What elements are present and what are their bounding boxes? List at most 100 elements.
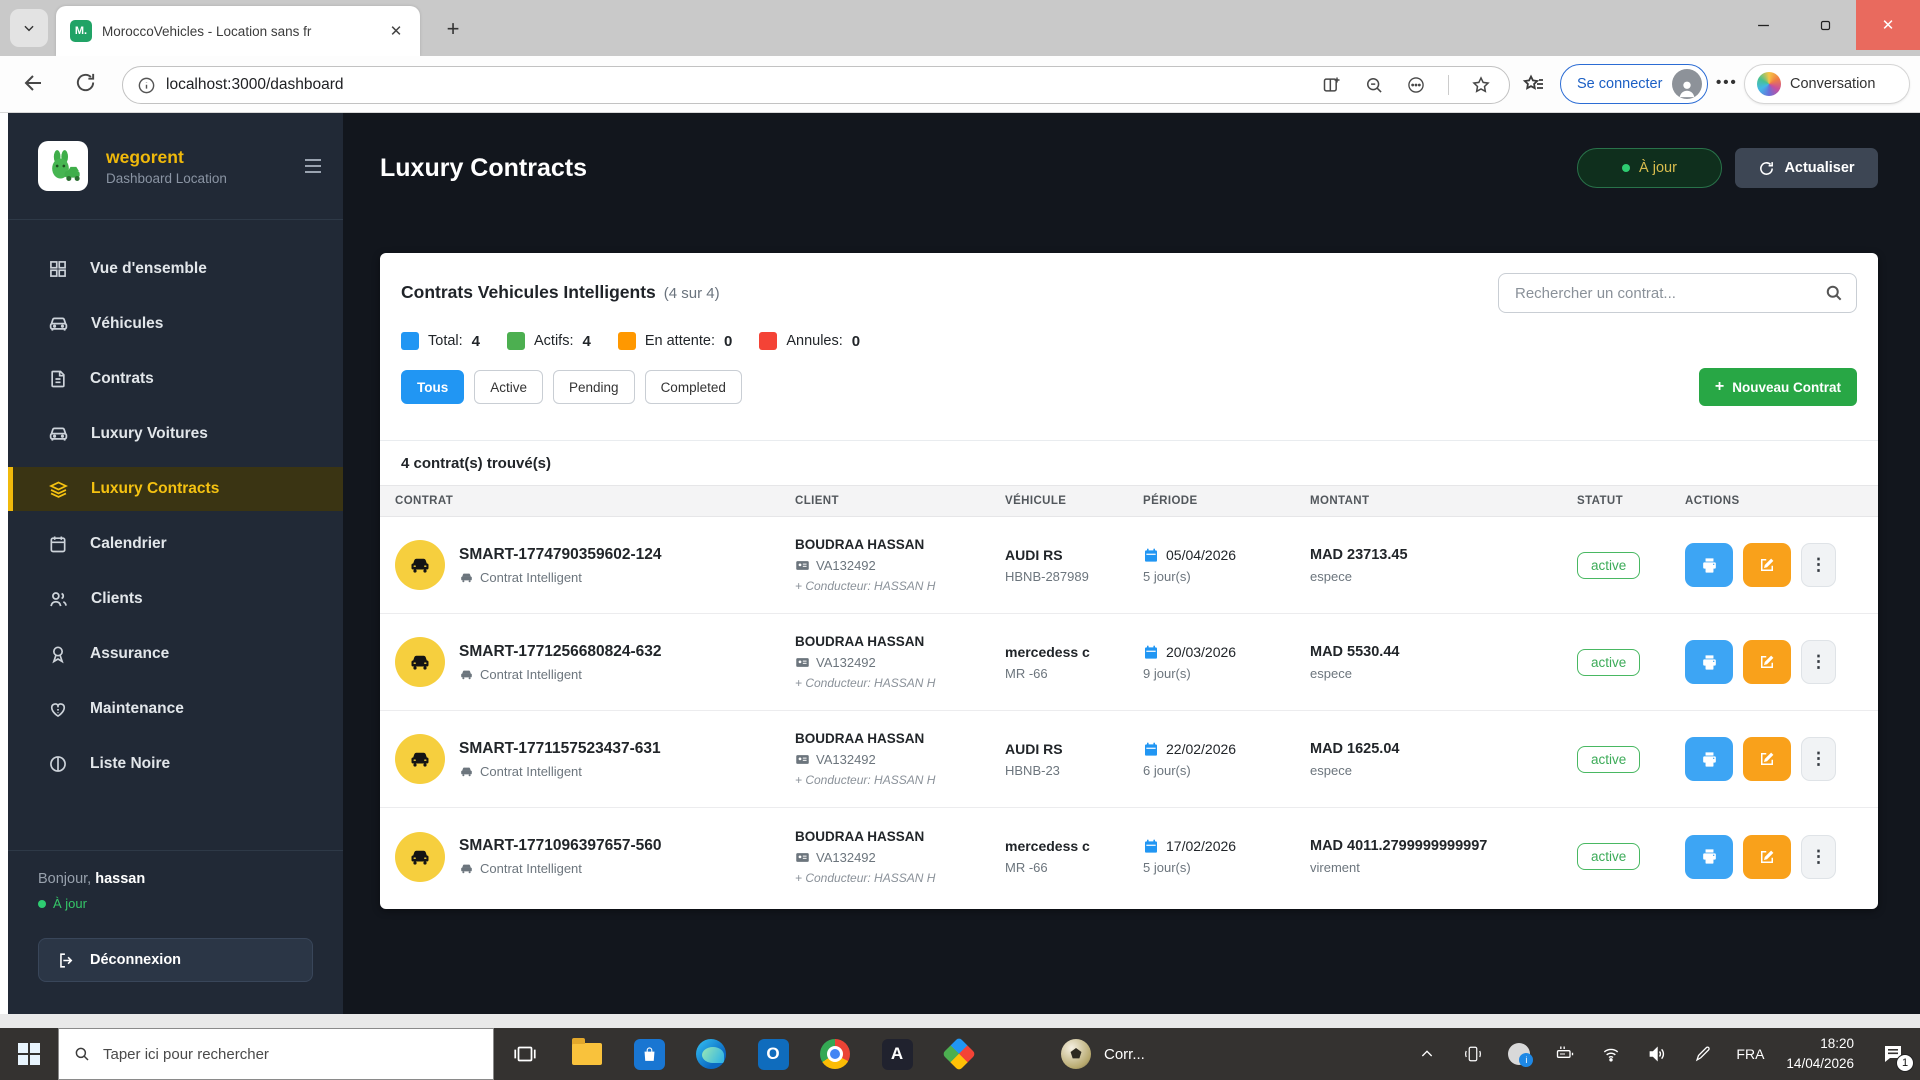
edit-button[interactable] bbox=[1743, 835, 1791, 879]
client-id: VA132492 bbox=[816, 655, 876, 670]
start-button[interactable] bbox=[0, 1028, 58, 1080]
sidebar-item-contrats[interactable]: Contrats bbox=[8, 357, 343, 401]
signin-button[interactable]: Se connecter bbox=[1560, 64, 1708, 104]
chrome-icon[interactable] bbox=[804, 1028, 866, 1080]
filter-active-button[interactable]: Active bbox=[474, 370, 543, 404]
football-app-icon[interactable]: ⬟ bbox=[1050, 1028, 1102, 1080]
address-bar[interactable]: localhost:3000/dashboard bbox=[122, 66, 1510, 104]
zoom-out-icon[interactable] bbox=[1364, 75, 1384, 95]
url-text[interactable]: localhost:3000/dashboard bbox=[166, 76, 1322, 94]
filter-completed-button[interactable]: Completed bbox=[645, 370, 742, 404]
payment-method: espece bbox=[1310, 763, 1577, 778]
file-explorer-icon[interactable] bbox=[556, 1028, 618, 1080]
tray-pen-icon[interactable] bbox=[1680, 1028, 1726, 1080]
clock-date: 14/04/2026 bbox=[1786, 1054, 1854, 1074]
more-actions-button[interactable]: ⋮ bbox=[1801, 737, 1836, 781]
edge-icon[interactable] bbox=[680, 1028, 742, 1080]
logout-button[interactable]: Déconnexion bbox=[38, 938, 313, 982]
amount: MAD 1625.04 bbox=[1310, 741, 1577, 757]
site-info-icon[interactable] bbox=[137, 76, 156, 95]
search-input[interactable] bbox=[1515, 285, 1824, 302]
print-button[interactable] bbox=[1685, 543, 1733, 587]
contract-id: SMART-1774790359602-124 bbox=[459, 546, 662, 564]
running-app-label[interactable]: Corr... bbox=[1104, 1046, 1145, 1063]
sidebar-item-vehicules[interactable]: Véhicules bbox=[8, 302, 343, 346]
sidebar-item-label: Luxury Voitures bbox=[91, 425, 208, 443]
table-row: SMART-1771256680824-632 Contrat Intellig… bbox=[380, 614, 1878, 711]
window-maximize-button[interactable] bbox=[1794, 0, 1856, 50]
print-button[interactable] bbox=[1685, 640, 1733, 684]
tray-update-icon[interactable]: i bbox=[1496, 1028, 1542, 1080]
edit-button[interactable] bbox=[1743, 737, 1791, 781]
window-close-button[interactable]: ✕ bbox=[1856, 0, 1920, 50]
more-tools-icon[interactable] bbox=[1406, 75, 1426, 95]
sidebar-item-liste-noire[interactable]: Liste Noire bbox=[8, 742, 343, 786]
tab-list-chevron-icon[interactable] bbox=[10, 9, 48, 47]
actifs-color-swatch bbox=[507, 332, 525, 350]
sidebar-toggle-icon[interactable] bbox=[301, 154, 325, 178]
more-actions-button[interactable]: ⋮ bbox=[1801, 640, 1836, 684]
print-button[interactable] bbox=[1685, 737, 1733, 781]
notification-center-button[interactable]: 1 bbox=[1866, 1028, 1920, 1080]
col-contrat: CONTRAT bbox=[395, 495, 795, 507]
tray-power-icon[interactable] bbox=[1542, 1028, 1588, 1080]
taskbar-search[interactable]: Taper ici pour rechercher bbox=[58, 1028, 494, 1080]
luxury-car-icon bbox=[48, 424, 69, 445]
tray-volume-icon[interactable] bbox=[1634, 1028, 1680, 1080]
tray-wifi-icon[interactable] bbox=[1588, 1028, 1634, 1080]
refresh-button[interactable]: Actualiser bbox=[1735, 148, 1878, 188]
search-icon[interactable] bbox=[1824, 283, 1844, 303]
page-viewport: wegorent Dashboard Location Vue d'ensemb… bbox=[0, 113, 1920, 1014]
uptodate-status-pill: À jour bbox=[1577, 148, 1722, 188]
edit-button[interactable] bbox=[1743, 543, 1791, 587]
split-screen-icon[interactable] bbox=[1322, 75, 1342, 95]
sidebar-item-vue-densemble[interactable]: Vue d'ensemble bbox=[8, 247, 343, 291]
a-app-icon[interactable]: A bbox=[866, 1028, 928, 1080]
new-tab-button[interactable]: + bbox=[438, 14, 468, 44]
col-montant: MONTANT bbox=[1310, 495, 1577, 507]
plus-icon: + bbox=[1715, 378, 1724, 396]
layers-icon bbox=[48, 479, 69, 500]
microsoft-store-icon[interactable] bbox=[618, 1028, 680, 1080]
tab-close-icon[interactable]: ✕ bbox=[384, 19, 408, 43]
contract-search[interactable] bbox=[1498, 273, 1857, 313]
drawio-icon[interactable] bbox=[928, 1028, 990, 1080]
car-icon bbox=[48, 314, 69, 335]
client-name: BOUDRAA HASSAN bbox=[795, 829, 1005, 844]
sidebar-item-assurance[interactable]: Assurance bbox=[8, 632, 343, 676]
sidebar-item-label: Luxury Contracts bbox=[91, 480, 219, 498]
contract-type: Contrat Intelligent bbox=[480, 861, 582, 876]
filter-pending-button[interactable]: Pending bbox=[553, 370, 635, 404]
edit-button[interactable] bbox=[1743, 640, 1791, 684]
more-actions-button[interactable]: ⋮ bbox=[1801, 835, 1836, 879]
back-icon[interactable] bbox=[22, 71, 46, 95]
driver-note: + Conducteur: HASSAN H bbox=[795, 773, 1005, 787]
browser-tab[interactable]: M. MoroccoVehicles - Location sans fr ✕ bbox=[56, 6, 420, 56]
language-indicator[interactable]: FRA bbox=[1726, 1046, 1774, 1062]
favorites-bar-icon[interactable] bbox=[1522, 72, 1546, 96]
browser-menu-icon[interactable]: ••• bbox=[1716, 74, 1738, 91]
tray-device-icon[interactable] bbox=[1450, 1028, 1496, 1080]
sidebar-item-calendrier[interactable]: Calendrier bbox=[8, 522, 343, 566]
outlook-icon[interactable]: O bbox=[742, 1028, 804, 1080]
table-header: CONTRAT CLIENT VÉHICULE PÉRIODE MONTANT … bbox=[380, 485, 1878, 517]
window-minimize-button[interactable] bbox=[1732, 0, 1794, 50]
taskbar-clock[interactable]: 18:20 14/04/2026 bbox=[1774, 1034, 1866, 1075]
new-contract-button[interactable]: + Nouveau Contrat bbox=[1699, 368, 1857, 406]
sidebar-item-maintenance[interactable]: Maintenance bbox=[8, 687, 343, 731]
tray-chevron-up-icon[interactable] bbox=[1404, 1028, 1450, 1080]
filter-tous-button[interactable]: Tous bbox=[401, 370, 464, 404]
conversation-button[interactable]: Conversation bbox=[1744, 64, 1910, 104]
sidebar-item-luxury-contracts[interactable]: Luxury Contracts bbox=[8, 467, 343, 511]
task-view-icon[interactable] bbox=[494, 1028, 556, 1080]
period-duration: 5 jour(s) bbox=[1143, 569, 1310, 584]
reload-icon[interactable] bbox=[74, 71, 97, 94]
status-dot-icon bbox=[38, 900, 46, 908]
client-name: BOUDRAA HASSAN bbox=[795, 634, 1005, 649]
favorite-star-icon[interactable] bbox=[1471, 75, 1491, 95]
vehicle-plate: MR -66 bbox=[1005, 666, 1143, 681]
more-actions-button[interactable]: ⋮ bbox=[1801, 543, 1836, 587]
sidebar-item-luxury-voitures[interactable]: Luxury Voitures bbox=[8, 412, 343, 456]
sidebar-item-clients[interactable]: Clients bbox=[8, 577, 343, 621]
print-button[interactable] bbox=[1685, 835, 1733, 879]
